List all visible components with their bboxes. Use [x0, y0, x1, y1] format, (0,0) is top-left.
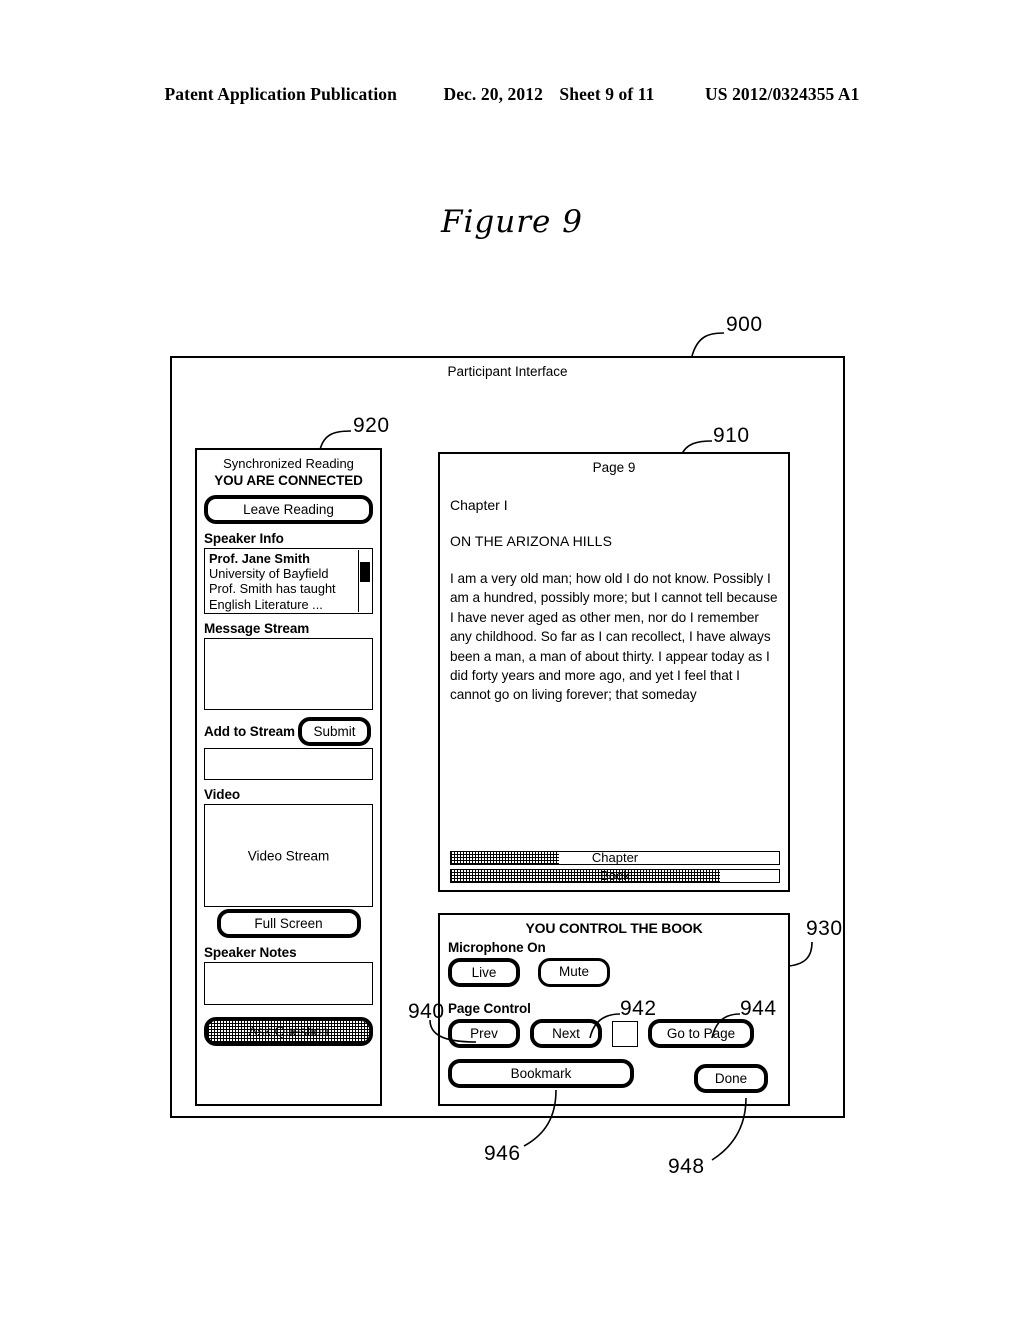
publication-date: Dec. 20, 2012	[443, 84, 543, 104]
video-stream-text: Video Stream	[247, 848, 330, 863]
speaker-name: Prof. Jane Smith	[209, 551, 310, 566]
connection-status: YOU ARE CONNECTED	[214, 473, 363, 488]
book-reading-pane: Page 9 Chapter I ON THE ARIZONA HILLS I …	[438, 452, 790, 892]
video-stream-box[interactable]: Video Stream	[204, 804, 373, 907]
chapter-progress-bar[interactable]: Chapter	[450, 851, 780, 865]
participant-interface-title: Participant Interface	[447, 364, 568, 379]
book-progress-bar[interactable]: Book	[450, 869, 780, 883]
leader-line-948	[711, 1097, 747, 1161]
submit-button[interactable]: Submit	[297, 717, 371, 746]
message-stream-box[interactable]	[204, 638, 373, 710]
speaker-bio-line-2: English Literature ...	[209, 596, 323, 612]
speaker-info-label: Speaker Info	[204, 531, 284, 546]
patent-number: US 2012/0324355 A1	[705, 84, 860, 104]
speaker-affiliation: University of Bayfield	[209, 566, 329, 582]
microphone-button-row: Live Mute	[448, 958, 780, 987]
chapter-progress-label: Chapter	[591, 850, 639, 865]
leader-line-940	[429, 1019, 477, 1043]
book-body-text: I am a very old man; how old I do not kn…	[450, 571, 778, 703]
speaker-info-scrollbar[interactable]	[358, 550, 371, 612]
mute-button[interactable]: Mute	[538, 958, 610, 987]
publication-label: Patent Application Publication	[164, 84, 397, 104]
leader-line-946	[523, 1089, 557, 1147]
scrollbar-thumb[interactable]	[360, 562, 370, 582]
leader-line-944	[711, 1013, 741, 1039]
leader-line-942	[589, 1013, 621, 1039]
full-screen-button[interactable]: Full Screen	[216, 909, 361, 938]
video-label: Video	[204, 787, 241, 802]
ref-numeral-948: 948	[668, 1155, 705, 1178]
reading-progress-group: Chapter Book	[450, 851, 780, 883]
ask-question-button[interactable]: Ask Question	[204, 1017, 373, 1046]
chapter-label: Chapter I	[450, 497, 508, 513]
page-number-label: Page 9	[592, 460, 636, 475]
add-to-stream-input[interactable]	[204, 748, 373, 780]
speaker-notes-box[interactable]	[204, 962, 373, 1005]
figure-title: Figure 9	[441, 204, 583, 240]
ref-numeral-946: 946	[484, 1142, 521, 1165]
leader-line-930	[788, 941, 813, 967]
microphone-label: Microphone On	[448, 940, 546, 955]
book-progress-label: Book	[600, 868, 630, 883]
speaker-notes-label: Speaker Notes	[204, 945, 297, 960]
sync-reading-label: Synchronized Reading	[223, 456, 354, 471]
done-button[interactable]: Done	[694, 1064, 768, 1093]
synchronized-reading-sidebar: Synchronized Reading YOU ARE CONNECTED L…	[195, 448, 382, 1106]
add-to-stream-row: Add to Stream Submit	[204, 717, 373, 746]
leave-reading-button[interactable]: Leave Reading	[204, 495, 373, 524]
bookmark-done-row: Bookmark Done	[448, 1054, 780, 1093]
add-to-stream-label: Add to Stream	[204, 724, 295, 739]
sheet-number: Sheet 9 of 11	[559, 84, 655, 104]
patent-page-header: Patent Application Publication Dec. 20, …	[0, 84, 1024, 105]
bookmark-button[interactable]: Bookmark	[448, 1059, 634, 1088]
speaker-info-box[interactable]: Prof. Jane Smith University of Bayfield …	[204, 548, 373, 614]
chapter-title: ON THE ARIZONA HILLS	[450, 533, 613, 549]
control-panel-title: YOU CONTROL THE BOOK	[525, 920, 703, 936]
speaker-bio-line-1: Prof. Smith has taught	[209, 581, 336, 597]
message-stream-label: Message Stream	[204, 621, 310, 636]
live-button[interactable]: Live	[448, 958, 520, 987]
